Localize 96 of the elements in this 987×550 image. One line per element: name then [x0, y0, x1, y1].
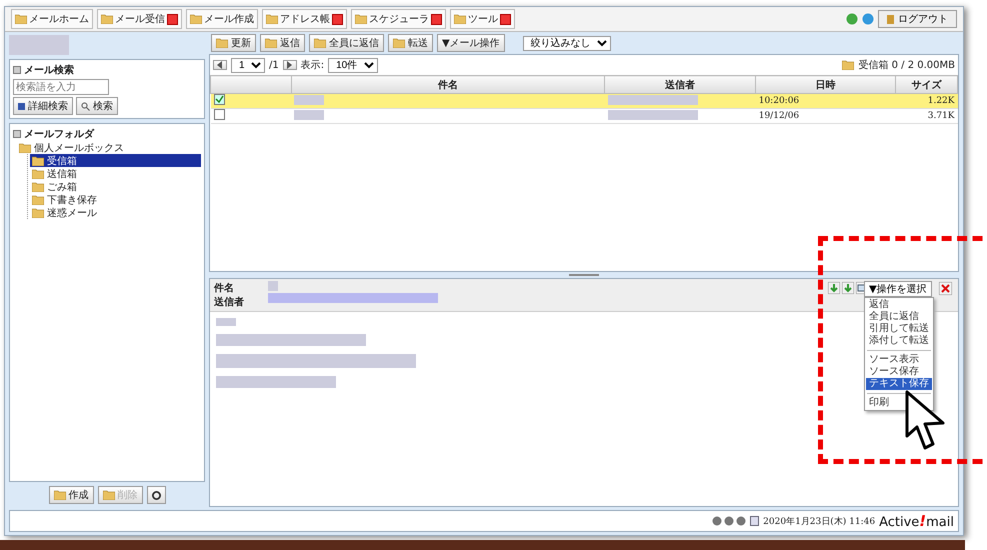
redacted-user-name: [9, 35, 69, 55]
tab-icon: [355, 14, 367, 24]
app-logo: Active!mail: [879, 512, 954, 530]
size-cell: 3.71K: [895, 108, 958, 124]
calendar-icon: [750, 516, 760, 526]
panel-icon: [13, 66, 21, 74]
panel-icon: [13, 130, 21, 138]
info-icon[interactable]: [846, 13, 858, 25]
button-icon: [314, 38, 326, 48]
date-cell: 10:20:06: [756, 94, 896, 108]
navigation-icons[interactable]: [712, 516, 746, 526]
status-datetime: 2020年1月23日(木) 11:46: [763, 516, 876, 528]
button-icon: [216, 38, 228, 48]
nav-tab[interactable]: メール受信: [97, 9, 182, 29]
panel-title: メール検索: [24, 64, 74, 77]
button-icon: [102, 490, 114, 500]
refresh-icon: [152, 490, 160, 500]
refresh-button[interactable]: [146, 486, 166, 504]
subject-label: 件名: [214, 282, 235, 295]
search-button[interactable]: 検索: [76, 97, 118, 115]
row-checkbox[interactable]: [214, 109, 224, 120]
tab-icon: [190, 14, 202, 24]
row-checkbox[interactable]: [214, 94, 224, 105]
folder-icon: [32, 182, 44, 192]
panel-title: メールフォルダ: [24, 128, 94, 141]
folder-icon: [32, 156, 44, 166]
folder-icon: [19, 142, 31, 152]
sender-label: 送信者: [214, 296, 244, 309]
tab-icon: [266, 14, 278, 24]
column-header[interactable]: 日時: [756, 76, 896, 94]
close-icon[interactable]: [939, 282, 952, 295]
date-cell: 19/12/06: [756, 108, 896, 124]
toolbar-button[interactable]: 転送: [388, 34, 433, 52]
help-icon[interactable]: [862, 13, 874, 25]
column-header[interactable]: 件名: [291, 76, 605, 94]
dropdown-icon[interactable]: [332, 14, 343, 24]
tab-icon: [101, 14, 113, 24]
logout-button[interactable]: ログアウト: [878, 10, 957, 28]
toolbar-button[interactable]: 返信: [260, 34, 305, 52]
menu-item[interactable]: 添付して転送: [866, 335, 932, 347]
toolbar-button[interactable]: 全員に返信: [309, 34, 384, 52]
search-icon: [81, 102, 90, 110]
folder-icon: [842, 60, 854, 70]
menu-item[interactable]: 引用して転送: [866, 323, 932, 335]
detail-search-button[interactable]: 詳細検索: [13, 97, 73, 115]
folder-action-button[interactable]: 作成: [48, 486, 94, 504]
folder-item[interactable]: 受信箱: [30, 154, 201, 167]
button-icon: [54, 490, 66, 500]
folder-info: 受信箱 0 / 2 0.00MB: [858, 58, 955, 72]
tab-icon: [15, 14, 27, 24]
folder-icon: [32, 194, 44, 204]
next-page-button[interactable]: [282, 60, 297, 70]
folder-item[interactable]: 個人メールボックス: [17, 141, 201, 154]
search-field[interactable]: 検索語を入力: [13, 79, 109, 95]
dropdown-icon[interactable]: [167, 14, 178, 24]
menu-item[interactable]: ソース保存: [866, 366, 932, 378]
button-icon: [393, 38, 405, 48]
arrow-down-icon[interactable]: [828, 282, 840, 294]
column-header[interactable]: 送信者: [604, 76, 756, 94]
menu-item[interactable]: 全員に返信: [866, 311, 932, 323]
mail-action-menu[interactable]: ▼メール操作: [437, 34, 505, 52]
column-header[interactable]: サイズ: [895, 76, 958, 94]
menu-item[interactable]: テキスト保存: [866, 378, 932, 390]
arrow-down-icon[interactable]: [842, 282, 854, 294]
size-cell: 1.22K: [895, 94, 958, 108]
nav-tab[interactable]: アドレス帳: [262, 9, 347, 29]
dropdown-icon[interactable]: [431, 14, 442, 24]
redacted-subject: [268, 281, 278, 291]
previous-page-button[interactable]: [213, 60, 227, 70]
folder-item[interactable]: 下書き保存: [30, 193, 201, 206]
nav-tab[interactable]: メール作成: [186, 9, 258, 29]
menu-item[interactable]: 印刷: [866, 397, 932, 409]
nav-tab[interactable]: ツール: [450, 9, 515, 29]
redacted-subject: [294, 94, 324, 104]
folder-item[interactable]: 送信箱: [30, 167, 201, 180]
dropdown-icon[interactable]: [500, 14, 511, 24]
folder-item[interactable]: 迷惑メール: [30, 206, 201, 219]
nav-tab[interactable]: スケジューラ: [351, 9, 446, 29]
filter-select[interactable]: 絞り込みなし: [522, 36, 611, 50]
tab-icon: [454, 14, 466, 24]
nav-tab[interactable]: メールホーム: [11, 9, 93, 29]
folder-item[interactable]: ごみ箱: [30, 180, 201, 193]
action-menu-button[interactable]: ▼操作を選択: [864, 281, 932, 297]
left-arrow-icon: [217, 61, 223, 69]
page-count: /1: [269, 60, 279, 70]
redacted-text: [216, 318, 236, 326]
page-select[interactable]: 1: [231, 58, 265, 72]
folder-icon: [32, 208, 44, 218]
display-label: 表示:: [300, 58, 324, 72]
per-page-select[interactable]: 10件: [328, 58, 378, 72]
button-icon: [265, 38, 277, 48]
menu-item[interactable]: ソース表示: [866, 354, 932, 366]
right-arrow-icon: [286, 61, 293, 69]
menu-item[interactable]: 返信: [866, 299, 932, 311]
toolbar-button[interactable]: 更新: [211, 34, 256, 52]
redacted-subject: [294, 110, 324, 120]
